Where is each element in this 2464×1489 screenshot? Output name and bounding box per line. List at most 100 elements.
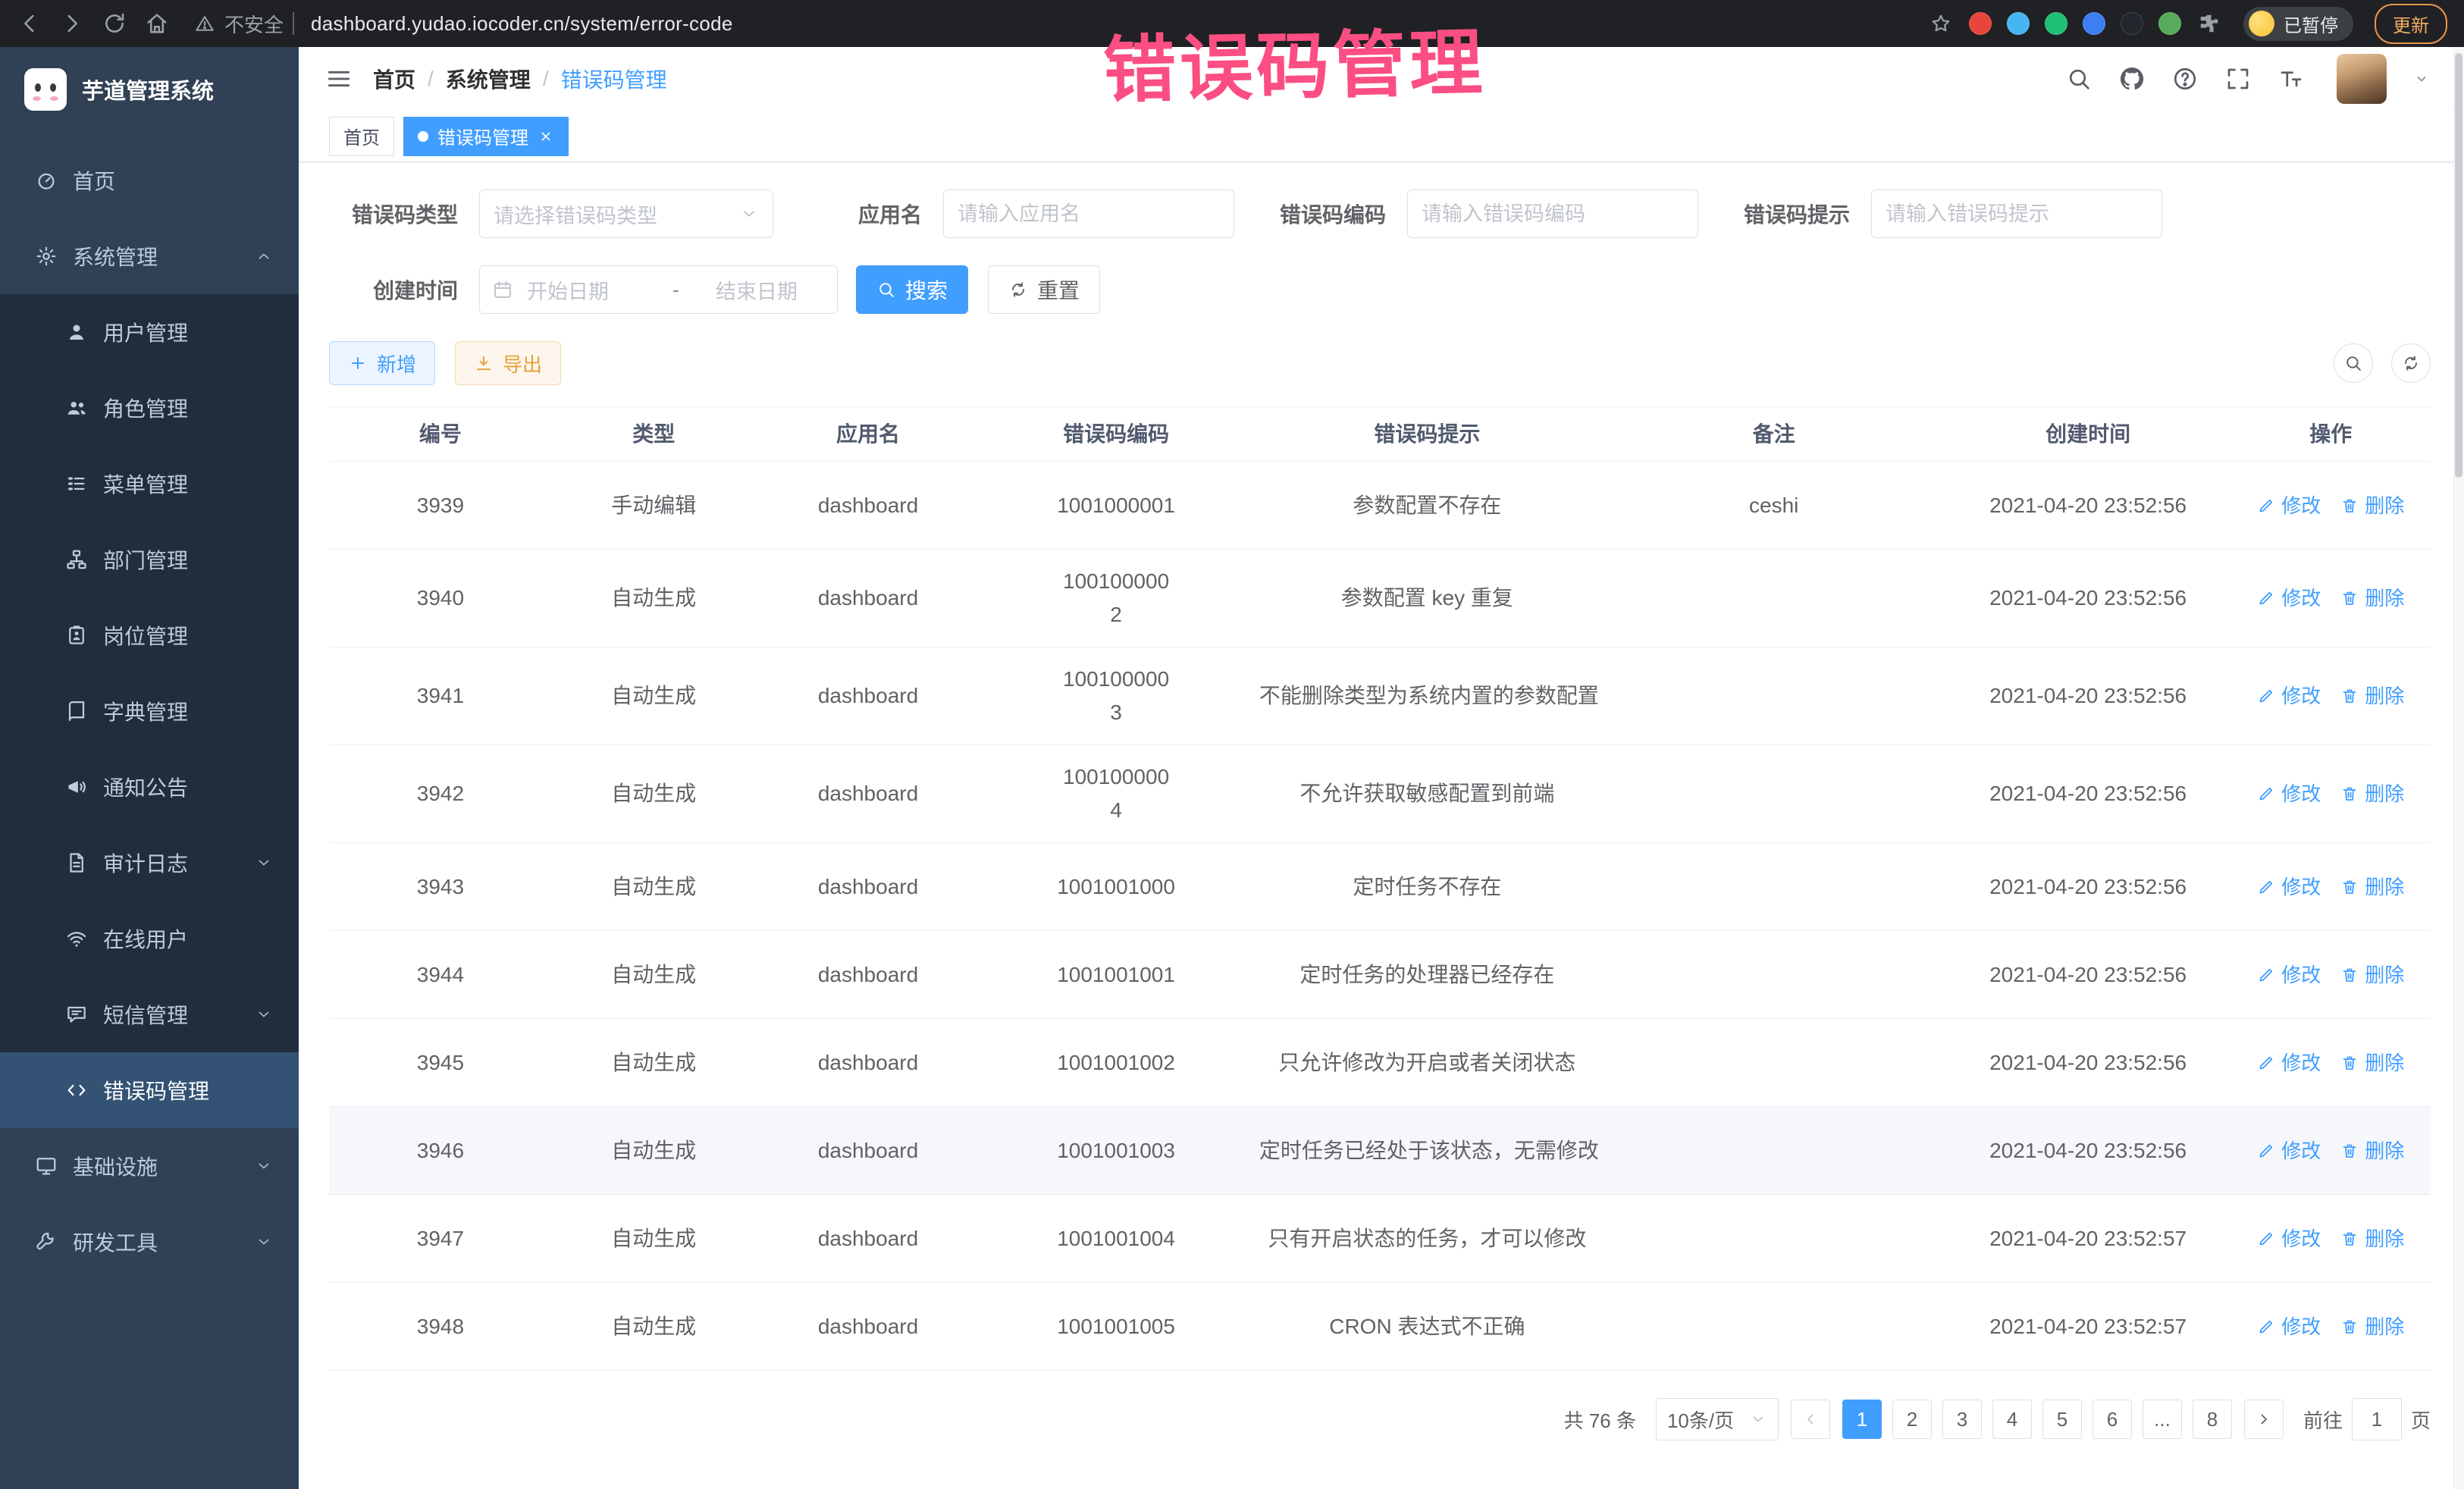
- add-button[interactable]: 新增: [329, 341, 435, 385]
- breadcrumb-system[interactable]: 系统管理: [446, 64, 531, 94]
- table-row[interactable]: 3941自动生成dashboard100100000 3不能删除类型为系统内置的…: [329, 647, 2431, 745]
- page-button-6[interactable]: 6: [2093, 1400, 2132, 1439]
- page-size-select[interactable]: 10条/页: [1656, 1398, 1779, 1440]
- delete-link[interactable]: 删除: [2340, 1046, 2404, 1080]
- hamburger-icon[interactable]: [324, 64, 353, 93]
- user-avatar[interactable]: [2337, 54, 2387, 104]
- error-hint-input[interactable]: [1871, 190, 2162, 238]
- edit-link[interactable]: 修改: [2257, 958, 2321, 992]
- date-range-picker[interactable]: 开始日期 - 结束日期: [479, 265, 838, 314]
- header-search-icon[interactable]: [2065, 65, 2093, 92]
- sidebar-item-5[interactable]: 部门管理: [0, 522, 299, 597]
- page-button-4[interactable]: 4: [1992, 1400, 2032, 1439]
- sidebar-item-8[interactable]: 通知公告: [0, 749, 299, 825]
- sidebar-item-11[interactable]: 短信管理: [0, 976, 299, 1052]
- edit-link[interactable]: 修改: [2257, 777, 2321, 810]
- delete-link[interactable]: 删除: [2340, 958, 2404, 992]
- error-type-select[interactable]: 请选择错误码类型: [479, 190, 773, 238]
- table-row[interactable]: 3946自动生成dashboard1001001003定时任务已经处于该状态，无…: [329, 1107, 2431, 1195]
- tab-0[interactable]: 首页: [329, 117, 394, 156]
- toggle-search-button[interactable]: [2334, 343, 2373, 383]
- extension-icon-6[interactable]: [2158, 12, 2181, 35]
- sidebar-item-2[interactable]: 用户管理: [0, 294, 299, 370]
- app-logo[interactable]: 芋道管理系统: [0, 47, 299, 132]
- extension-icon-5[interactable]: [2121, 12, 2143, 35]
- page-button-5[interactable]: 5: [2042, 1400, 2082, 1439]
- reload-icon[interactable]: [102, 11, 127, 36]
- delete-link[interactable]: 删除: [2340, 870, 2404, 904]
- forward-icon[interactable]: [59, 11, 85, 36]
- fullscreen-icon[interactable]: [2224, 65, 2252, 92]
- search-button[interactable]: 搜索: [856, 265, 968, 314]
- sidebar-item-1[interactable]: 系统管理: [0, 218, 299, 294]
- sidebar-item-13[interactable]: 基础设施: [0, 1128, 299, 1204]
- home-icon[interactable]: [144, 11, 170, 36]
- export-button[interactable]: 导出: [455, 341, 561, 385]
- goto-page-input[interactable]: [2352, 1398, 2402, 1440]
- scrollbar-thumb[interactable]: [2455, 53, 2462, 478]
- breadcrumb-home[interactable]: 首页: [373, 64, 415, 94]
- page-button-2[interactable]: 2: [1892, 1400, 1932, 1439]
- table-row[interactable]: 3947自动生成dashboard1001001004只有开启状态的任务，才可以…: [329, 1195, 2431, 1283]
- delete-link[interactable]: 删除: [2340, 581, 2404, 615]
- edit-link[interactable]: 修改: [2257, 870, 2321, 904]
- extension-icon-2[interactable]: [2007, 12, 2030, 35]
- delete-link[interactable]: 删除: [2340, 1134, 2404, 1168]
- prev-page-button[interactable]: [1791, 1400, 1830, 1439]
- extension-icon-3[interactable]: [2045, 12, 2067, 35]
- sidebar-item-9[interactable]: 审计日志: [0, 825, 299, 901]
- page-button-8[interactable]: 8: [2193, 1400, 2232, 1439]
- edit-link[interactable]: 修改: [2257, 679, 2321, 713]
- edit-link[interactable]: 修改: [2257, 1134, 2321, 1168]
- delete-link[interactable]: 删除: [2340, 1310, 2404, 1343]
- url-text[interactable]: dashboard.yudao.iocoder.cn/system/error-…: [311, 12, 733, 36]
- sidebar-item-7[interactable]: 字典管理: [0, 673, 299, 749]
- profile-chip[interactable]: 已暂停: [2243, 7, 2353, 41]
- browser-update-button[interactable]: 更新: [2375, 4, 2447, 44]
- edit-link[interactable]: 修改: [2257, 489, 2321, 522]
- delete-link[interactable]: 删除: [2340, 489, 2404, 522]
- extensions-puzzle-icon[interactable]: [2198, 12, 2221, 35]
- bookmark-star-icon[interactable]: [1930, 12, 1952, 35]
- edit-link[interactable]: 修改: [2257, 1222, 2321, 1255]
- page-button-1[interactable]: 1: [1842, 1400, 1882, 1439]
- extension-icon-1[interactable]: [1969, 12, 1992, 35]
- sidebar-item-4[interactable]: 菜单管理: [0, 446, 299, 522]
- edit-link[interactable]: 修改: [2257, 1046, 2321, 1080]
- back-icon[interactable]: [17, 11, 42, 36]
- close-icon[interactable]: [538, 128, 554, 145]
- sidebar-item-10[interactable]: 在线用户: [0, 901, 299, 976]
- delete-link[interactable]: 删除: [2340, 777, 2404, 810]
- table-row[interactable]: 3944自动生成dashboard1001001001定时任务的处理器已经存在2…: [329, 931, 2431, 1019]
- github-icon[interactable]: [2118, 65, 2146, 92]
- table-row[interactable]: 3943自动生成dashboard1001001000定时任务不存在2021-0…: [329, 843, 2431, 931]
- site-security[interactable]: 不安全: [194, 10, 294, 38]
- app-name-input[interactable]: [943, 190, 1234, 238]
- refresh-table-button[interactable]: [2391, 343, 2431, 383]
- avatar-caret-icon[interactable]: [2412, 70, 2431, 88]
- table-row[interactable]: 3939手动编辑dashboard1001000001参数配置不存在ceshi2…: [329, 462, 2431, 550]
- extension-icon-4[interactable]: [2083, 12, 2105, 35]
- edit-link[interactable]: 修改: [2257, 1310, 2321, 1343]
- sidebar-item-0[interactable]: 首页: [0, 143, 299, 218]
- tab-1[interactable]: 错误码管理: [403, 117, 569, 156]
- sidebar-item-14[interactable]: 研发工具: [0, 1204, 299, 1280]
- reset-button[interactable]: 重置: [988, 265, 1100, 314]
- edit-link[interactable]: 修改: [2257, 581, 2321, 615]
- sidebar-item-3[interactable]: 角色管理: [0, 370, 299, 446]
- table-row[interactable]: 3942自动生成dashboard100100000 4不允许获取敏感配置到前端…: [329, 745, 2431, 843]
- delete-link[interactable]: 删除: [2340, 1222, 2404, 1255]
- table-row[interactable]: 3948自动生成dashboard1001001005CRON 表达式不正确20…: [329, 1283, 2431, 1371]
- page-button-3[interactable]: 3: [1942, 1400, 1982, 1439]
- sidebar-item-12[interactable]: 错误码管理: [0, 1052, 299, 1128]
- table-row[interactable]: 3945自动生成dashboard1001001002只允许修改为开启或者关闭状…: [329, 1019, 2431, 1107]
- error-code-input[interactable]: [1407, 190, 1698, 238]
- sidebar-item-6[interactable]: 岗位管理: [0, 597, 299, 673]
- page-ellipsis[interactable]: ...: [2143, 1400, 2182, 1439]
- font-size-icon[interactable]: [2277, 65, 2305, 92]
- table-row[interactable]: 3940自动生成dashboard100100000 2参数配置 key 重复2…: [329, 550, 2431, 647]
- next-page-button[interactable]: [2244, 1400, 2284, 1439]
- help-icon[interactable]: [2171, 65, 2199, 92]
- scrollbar[interactable]: [2453, 47, 2464, 1489]
- delete-link[interactable]: 删除: [2340, 679, 2404, 713]
